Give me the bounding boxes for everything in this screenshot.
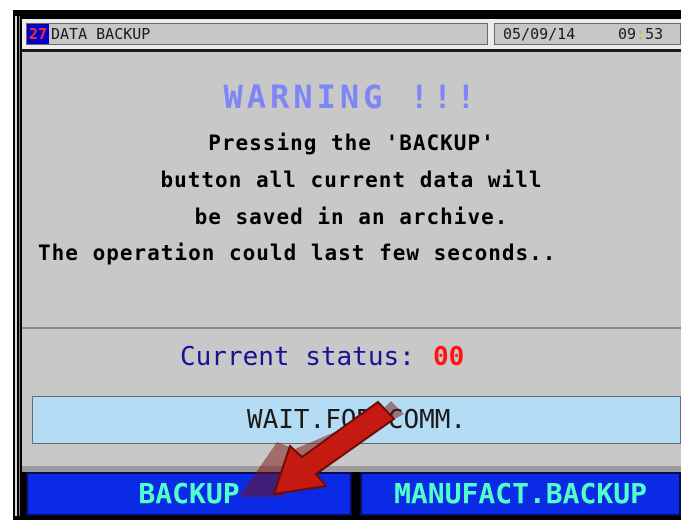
manufact-backup-button[interactable]: MANUFACT.BACKUP: [360, 472, 681, 516]
screen-title: DATA BACKUP: [51, 25, 151, 43]
status-label: Current status:: [180, 342, 415, 372]
message-line-2: button all current data will: [160, 168, 543, 192]
time-hours: 09: [618, 25, 637, 43]
status-state-text: WAIT.FOR COMM.: [246, 405, 467, 435]
time-display: 09:53: [618, 24, 663, 44]
frame-bevel-dark: [19, 16, 20, 516]
time-separator: :: [636, 25, 646, 43]
frame-bevel: [15, 16, 17, 516]
message-line-4: The operation could last few seconds..: [38, 241, 557, 265]
date-display: 05/09/14: [503, 25, 576, 43]
status-value: 00: [433, 342, 465, 372]
time-minutes: 53: [645, 25, 664, 43]
backup-button[interactable]: BACKUP: [26, 472, 352, 516]
message-line-1: Pressing the 'BACKUP': [208, 131, 495, 155]
warning-heading: WARNING !!!: [223, 78, 480, 116]
message-line-3: be saved in an archive.: [194, 205, 509, 229]
screen-number: 27: [27, 24, 49, 44]
